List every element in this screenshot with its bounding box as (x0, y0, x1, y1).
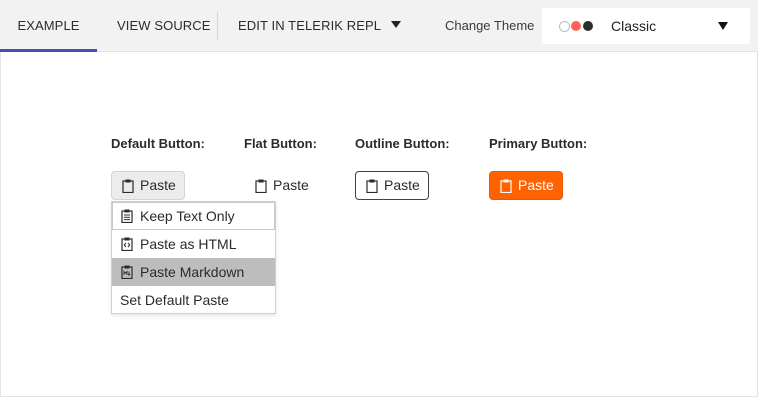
clipboard-code-icon (121, 237, 133, 251)
menu-item-keep-text-only[interactable]: Keep Text Only (112, 202, 275, 230)
outline-paste-button[interactable]: Paste (355, 171, 429, 200)
tab-edit-in-repl-label: EDIT IN TELERIK REPL (238, 18, 382, 33)
tab-edit-in-repl[interactable]: EDIT IN TELERIK REPL (238, 0, 402, 51)
tab-view-source[interactable]: VIEW SOURCE (117, 0, 211, 51)
clipboard-text-icon (121, 209, 133, 223)
tab-view-source-label: VIEW SOURCE (117, 18, 211, 33)
clipboard-icon (122, 179, 134, 193)
caret-down-icon (391, 21, 402, 29)
primary-button-heading: Primary Button: (489, 136, 588, 151)
menu-item-label: Paste Markdown (140, 264, 245, 280)
menu-item-paste-markdown[interactable]: Paste Markdown (112, 258, 275, 286)
default-button-heading: Default Button: (111, 136, 205, 151)
clipboard-icon (500, 179, 512, 193)
toolbar-divider (217, 12, 218, 40)
primary-paste-button[interactable]: Paste (489, 171, 563, 200)
outline-paste-label: Paste (384, 177, 420, 193)
theme-dropdown-value: Classic (611, 18, 657, 34)
menu-item-label: Set Default Paste (120, 292, 229, 308)
menu-item-set-default-paste[interactable]: Set Default Paste (112, 286, 275, 314)
theme-swatch-orange (571, 21, 581, 31)
theme-dropdown[interactable]: Classic (542, 8, 750, 44)
chevron-down-icon (718, 22, 728, 30)
menu-item-label: Paste as HTML (140, 236, 237, 252)
default-paste-label: Paste (140, 177, 176, 193)
tab-example-label: EXAMPLE (17, 18, 80, 33)
paste-options-menu: Keep Text Only Paste as HTML Paste Markd… (111, 201, 276, 314)
menu-item-paste-as-html[interactable]: Paste as HTML (112, 230, 275, 258)
active-tab-indicator (0, 49, 97, 52)
primary-paste-label: Paste (518, 177, 554, 193)
demo-toolbar: EXAMPLE VIEW SOURCE EDIT IN TELERIK REPL… (0, 0, 758, 52)
menu-item-label: Keep Text Only (140, 208, 235, 224)
clipboard-markdown-icon (121, 265, 133, 279)
clipboard-icon (255, 179, 267, 193)
clipboard-icon (366, 179, 378, 193)
change-theme-label: Change Theme (445, 18, 535, 33)
flat-button-heading: Flat Button: (244, 136, 317, 151)
flat-paste-label: Paste (273, 177, 309, 193)
flat-paste-button[interactable]: Paste (244, 171, 318, 200)
theme-swatch-white (559, 21, 570, 32)
theme-swatch-dark (583, 21, 593, 31)
tab-example[interactable]: EXAMPLE (0, 0, 97, 52)
outline-button-heading: Outline Button: (355, 136, 450, 151)
default-paste-button[interactable]: Paste (111, 171, 185, 200)
